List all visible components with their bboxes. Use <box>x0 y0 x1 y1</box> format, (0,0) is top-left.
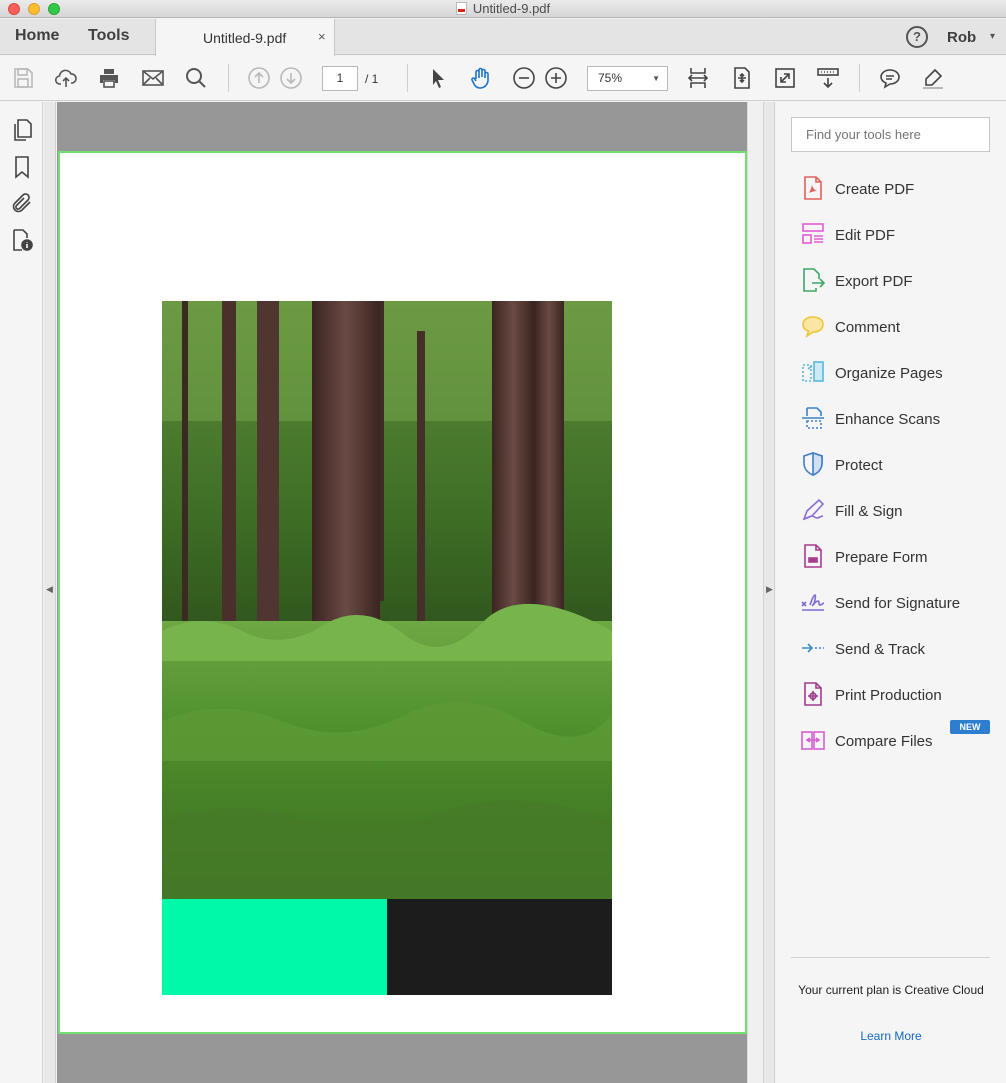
user-menu-caret-icon[interactable]: ▾ <box>990 31 995 42</box>
color-swatch-black <box>387 899 612 995</box>
search-icon[interactable] <box>184 66 208 90</box>
tool-send-track[interactable]: Send & Track <box>776 629 1006 669</box>
tool-enhance-scans[interactable]: Enhance Scans <box>776 399 1006 439</box>
tab-tools[interactable]: Tools <box>88 27 129 45</box>
comment-icon <box>800 313 826 339</box>
zoom-value: 75% <box>598 71 623 85</box>
tool-print-production[interactable]: Print Production <box>776 675 1006 715</box>
tab-document[interactable]: Untitled-9.pdf × <box>155 19 335 56</box>
tool-export-pdf[interactable]: Export PDF <box>776 261 1006 301</box>
document-tab-label: Untitled-9.pdf <box>203 30 287 46</box>
tools-divider <box>791 957 990 958</box>
attachments-icon[interactable] <box>10 191 34 215</box>
collapse-right-icon: ▶ <box>766 584 773 594</box>
tool-label: Print Production <box>835 687 942 704</box>
window-title-text: Untitled-9.pdf <box>472 1 551 16</box>
document-properties-icon[interactable] <box>10 228 34 252</box>
tools-search-input[interactable] <box>791 117 990 152</box>
tool-comment[interactable]: Comment <box>776 307 1006 347</box>
zoom-caret-icon: ▼ <box>652 74 660 83</box>
tool-organize-pages[interactable]: Organize Pages <box>776 353 1006 393</box>
edit-pdf-icon <box>800 221 826 247</box>
full-screen-icon[interactable] <box>773 66 797 90</box>
page-number-input[interactable]: 1 <box>322 66 358 91</box>
tool-label: Create PDF <box>835 181 915 198</box>
toolbar-separator <box>859 64 860 92</box>
print-production-icon <box>800 681 826 707</box>
tools-pane: Create PDF Edit PDF Export PDF Comment O… <box>776 102 1006 1083</box>
learn-more-link[interactable]: Learn More <box>776 1029 1006 1043</box>
pdf-file-icon <box>455 2 467 15</box>
left-panel-collapse-handle[interactable]: ◀ <box>44 102 56 1083</box>
color-swatch-mint <box>162 899 387 995</box>
tab-home[interactable]: Home <box>15 27 59 45</box>
window-title: Untitled-9.pdf <box>0 1 1006 16</box>
document-scrollbar[interactable] <box>747 102 763 1083</box>
tool-label: Fill & Sign <box>835 503 903 520</box>
scroll-mode-icon[interactable] <box>816 66 840 90</box>
forest-ferns-photo <box>162 301 612 899</box>
prev-page-icon[interactable] <box>247 66 271 90</box>
zoom-in-icon[interactable] <box>544 66 568 90</box>
prepare-form-icon <box>800 543 826 569</box>
tool-prepare-form[interactable]: Prepare Form <box>776 537 1006 577</box>
user-name[interactable]: Rob <box>947 29 976 46</box>
collapse-left-icon: ◀ <box>46 584 53 594</box>
email-icon[interactable] <box>141 66 165 90</box>
tool-create-pdf[interactable]: Create PDF <box>776 169 1006 209</box>
highlight-icon[interactable] <box>921 66 945 90</box>
send-signature-icon <box>800 589 826 615</box>
new-badge: NEW <box>950 720 990 734</box>
hand-icon[interactable] <box>469 66 493 90</box>
fit-page-icon[interactable] <box>730 66 754 90</box>
tool-label: Protect <box>835 457 883 474</box>
tool-label: Compare Files <box>835 733 933 750</box>
title-bar: Untitled-9.pdf <box>0 0 1006 18</box>
tab-bar: Home Tools Untitled-9.pdf × ? Rob ▾ <box>0 19 1006 56</box>
next-page-icon[interactable] <box>279 66 303 90</box>
cloud-upload-icon[interactable] <box>54 66 78 90</box>
tool-protect[interactable]: Protect <box>776 445 1006 485</box>
bookmarks-icon[interactable] <box>10 155 34 179</box>
tool-label: Comment <box>835 319 901 336</box>
zoom-select[interactable]: 75% ▼ <box>587 66 668 91</box>
tool-label: Send for Signature <box>835 595 961 612</box>
right-panel-collapse-handle[interactable]: ▶ <box>763 102 775 1083</box>
toolbar-separator <box>228 64 229 92</box>
toolbar: 1 / 1 75% ▼ <box>0 56 1006 101</box>
tool-label: Edit PDF <box>835 227 896 244</box>
help-button[interactable]: ? <box>906 26 928 48</box>
send-track-icon <box>800 635 826 661</box>
plan-text: Your current plan is Creative Cloud <box>798 983 984 997</box>
protect-icon <box>800 451 826 477</box>
tool-label: Enhance Scans <box>835 411 941 428</box>
export-pdf-icon <box>800 267 826 293</box>
toolbar-separator <box>407 64 408 92</box>
fill-sign-icon <box>800 497 826 523</box>
save-icon[interactable] <box>11 66 35 90</box>
enhance-scans-icon <box>800 405 826 431</box>
print-icon[interactable] <box>97 66 121 90</box>
tool-label: Prepare Form <box>835 549 928 566</box>
close-tab-icon[interactable]: × <box>318 29 326 44</box>
left-navigation-panel <box>0 102 43 1083</box>
create-pdf-icon <box>800 175 826 201</box>
fit-width-icon[interactable] <box>686 66 710 90</box>
tool-label: Export PDF <box>835 273 913 290</box>
page-thumbnails-icon[interactable] <box>10 118 34 142</box>
tool-edit-pdf[interactable]: Edit PDF <box>776 215 1006 255</box>
zoom-out-icon[interactable] <box>512 66 536 90</box>
tool-send-for-signature[interactable]: Send for Signature <box>776 583 1006 623</box>
organize-pages-icon <box>800 359 826 385</box>
select-arrow-icon[interactable] <box>426 66 450 90</box>
document-view[interactable] <box>57 102 747 1083</box>
page-total: / 1 <box>365 72 379 86</box>
comment-icon[interactable] <box>878 66 902 90</box>
tool-label: Send & Track <box>835 641 926 658</box>
tool-fill-sign[interactable]: Fill & Sign <box>776 491 1006 531</box>
pdf-page <box>58 151 747 1034</box>
compare-files-icon <box>800 727 826 753</box>
tool-label: Organize Pages <box>835 365 943 382</box>
